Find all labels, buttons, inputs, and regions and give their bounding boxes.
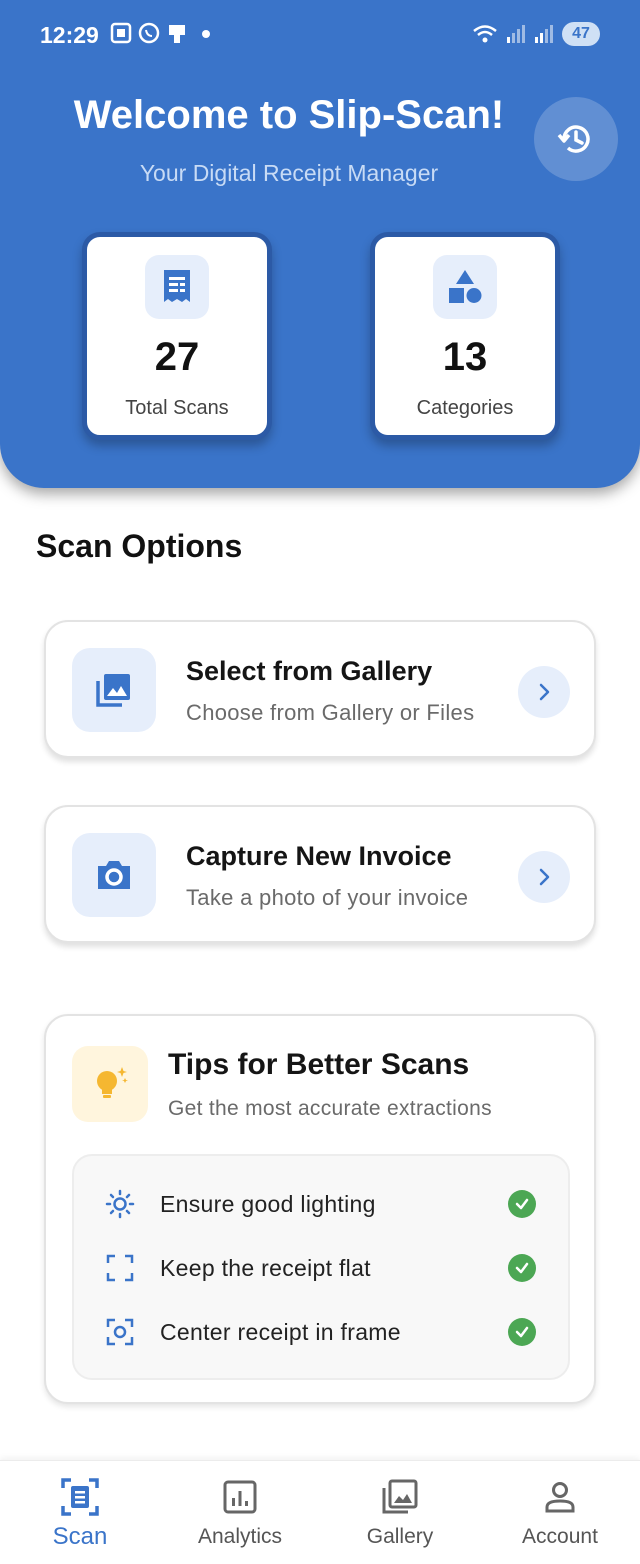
nav-item-gallery[interactable]: Gallery — [320, 1461, 480, 1564]
nav-label: Gallery — [366, 1525, 434, 1548]
tips-subtitle: Get the most accurate extractions — [168, 1097, 492, 1120]
nav-item-analytics[interactable]: Analytics — [160, 1461, 320, 1564]
wifi-icon — [473, 25, 497, 43]
tips-title: Tips for Better Scans — [168, 1048, 470, 1081]
option-subtitle: Take a photo of your invoice — [186, 885, 469, 910]
tip-text: Center receipt in frame — [160, 1319, 401, 1345]
tips-list: Ensure good lighting Keep the receipt fl… — [72, 1154, 570, 1380]
crop-frame-icon — [104, 1252, 136, 1284]
list-item: Keep the receipt flat — [74, 1242, 568, 1292]
page-title: Welcome to Slip-Scan! — [73, 93, 505, 137]
scan-document-icon — [60, 1477, 100, 1517]
stat-value: 13 — [442, 335, 488, 379]
receipt-icon — [145, 255, 209, 319]
status-time: 12:29 — [40, 22, 99, 48]
signal-icon — [507, 25, 525, 43]
gallery-icon — [72, 648, 156, 732]
page-subtitle: Your Digital Receipt Manager — [139, 160, 439, 186]
sim-icon — [169, 25, 185, 43]
option-title: Capture New Invoice — [186, 841, 452, 871]
center-focus-icon — [104, 1316, 136, 1348]
account-icon — [540, 1477, 580, 1517]
option-title: Select from Gallery — [186, 656, 433, 686]
stat-card-total-scans: 27 Total Scans — [82, 232, 272, 440]
chevron-right-icon — [518, 851, 570, 903]
nav-item-scan[interactable]: Scan — [0, 1461, 160, 1564]
system-icons: 47 — [472, 22, 600, 46]
header: 12:29 47 Welcome to Slip-Scan! Your Digi… — [0, 0, 640, 488]
tip-text: Ensure good lighting — [160, 1191, 376, 1217]
analytics-icon — [220, 1477, 260, 1517]
chevron-right-icon — [518, 666, 570, 718]
category-shapes-icon — [433, 255, 497, 319]
gallery-icon — [380, 1477, 420, 1517]
lightbulb-icon — [72, 1046, 148, 1122]
history-icon — [557, 125, 590, 153]
nav-item-account[interactable]: Account — [480, 1461, 640, 1564]
bottom-nav: Scan Analytics Gallery Account — [0, 1460, 640, 1564]
status-bar: 12:29 47 — [0, 0, 640, 70]
stat-value: 27 — [154, 335, 200, 379]
check-icon — [508, 1254, 536, 1282]
screenshot-icon — [110, 22, 132, 44]
whatsapp-icon — [138, 22, 160, 44]
stat-label: Categories — [416, 397, 514, 419]
select-from-gallery-button[interactable]: Select from Gallery Choose from Gallery … — [44, 620, 596, 758]
tip-text: Keep the receipt flat — [160, 1255, 371, 1281]
section-title-scan-options: Scan Options — [36, 528, 243, 564]
notification-dot — [202, 30, 210, 38]
nav-label: Analytics — [197, 1525, 283, 1548]
stat-label: Total Scans — [125, 397, 229, 419]
option-subtitle: Choose from Gallery or Files — [186, 700, 475, 725]
notification-icons — [110, 22, 188, 44]
camera-icon — [72, 833, 156, 917]
check-icon — [508, 1318, 536, 1346]
sun-icon — [104, 1188, 136, 1220]
signal-icon — [535, 25, 553, 43]
list-item: Center receipt in frame — [74, 1306, 568, 1356]
list-item: Ensure good lighting — [74, 1178, 568, 1228]
stat-card-categories: 13 Categories — [370, 232, 560, 440]
tips-card: Tips for Better Scans Get the most accur… — [44, 1014, 596, 1404]
check-icon — [508, 1190, 536, 1218]
capture-new-invoice-button[interactable]: Capture New Invoice Take a photo of your… — [44, 805, 596, 943]
nav-label: Scan — [52, 1523, 108, 1550]
history-button[interactable] — [534, 97, 618, 181]
nav-label: Account — [522, 1525, 598, 1548]
battery-indicator: 47 — [562, 22, 600, 46]
